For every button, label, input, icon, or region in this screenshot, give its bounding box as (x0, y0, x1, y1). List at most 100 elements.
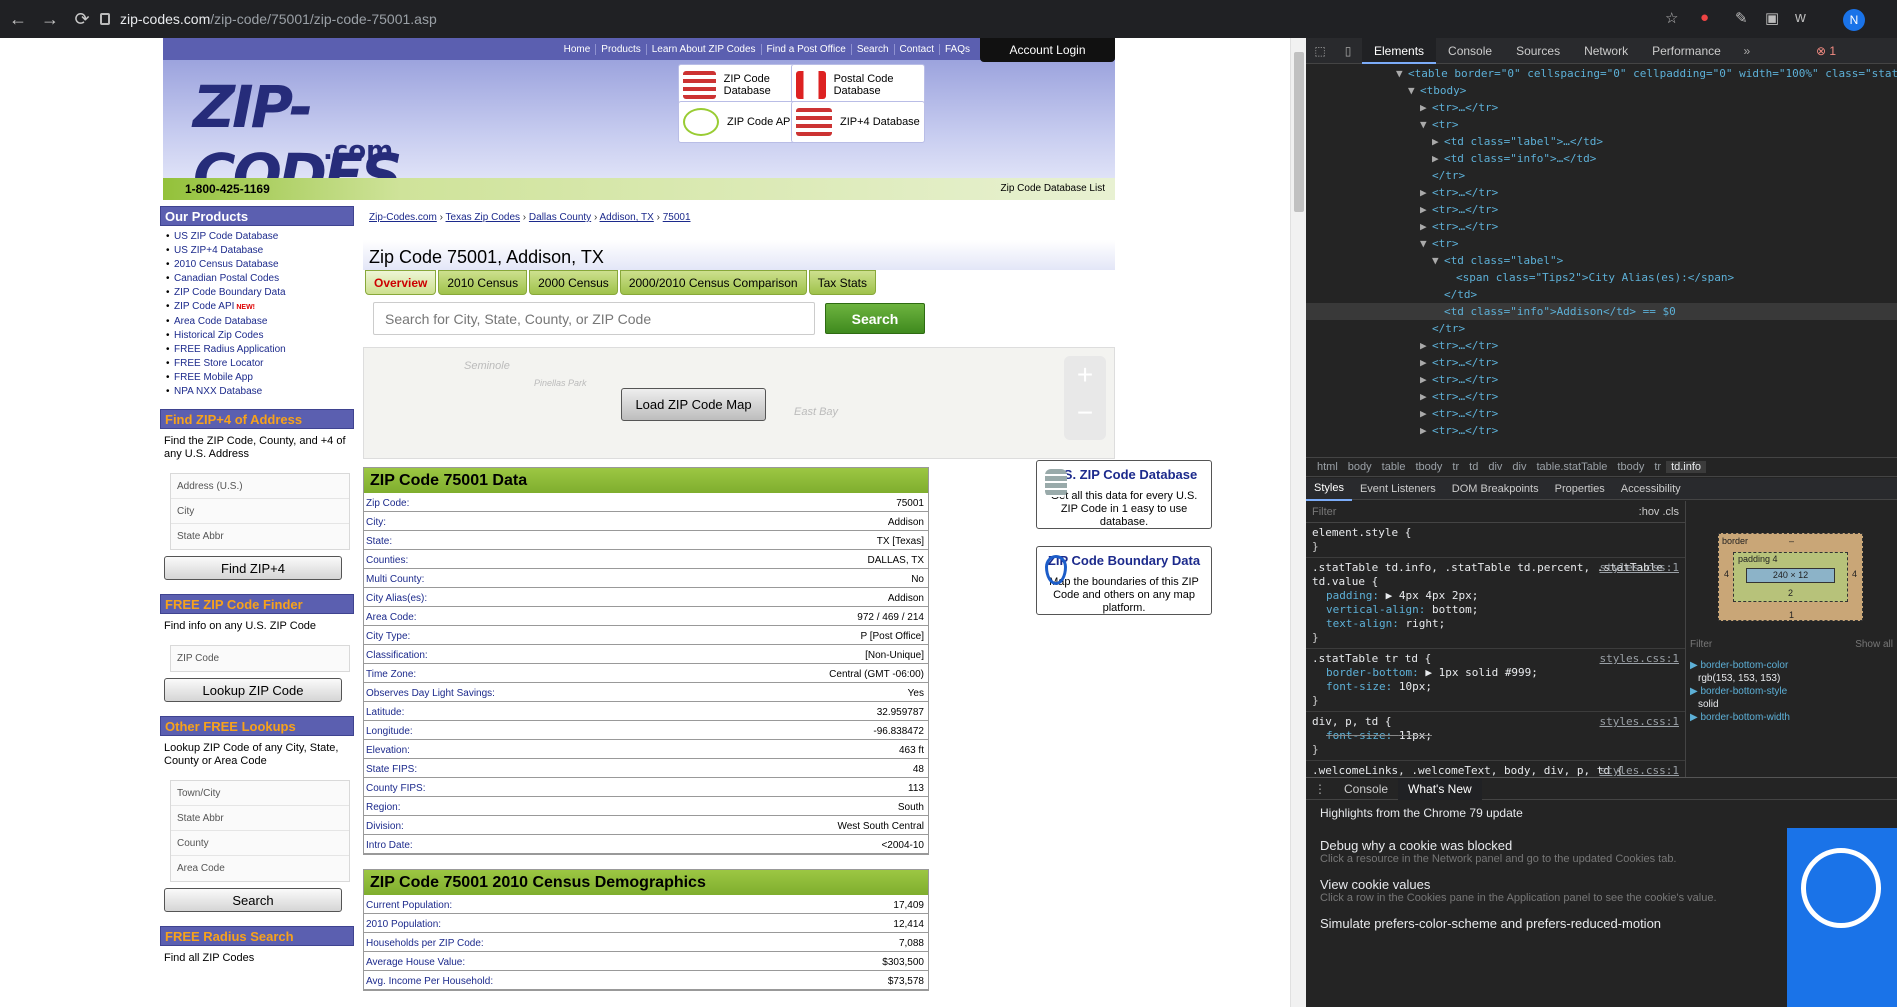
lookup-zip-button[interactable]: Lookup ZIP Code (164, 678, 342, 702)
forward-icon[interactable]: → (36, 5, 64, 33)
dom-breadcrumb-item[interactable]: html (1312, 461, 1343, 473)
dom-breadcrumb-item[interactable]: tbody (1612, 461, 1649, 473)
devtools-tab-performance[interactable]: Performance (1640, 38, 1733, 64)
product-list-item[interactable]: ZIP Code API NEW! (166, 300, 354, 315)
css-source-link[interactable]: styles.css:1 (1600, 715, 1679, 729)
dom-node[interactable]: ▼ <tbody> (1306, 82, 1897, 99)
breadcrumb-link[interactable]: Texas Zip Codes (446, 212, 520, 223)
dom-node[interactable]: ▶ <td class="info">…</td> (1306, 150, 1897, 167)
dom-node[interactable]: <td class="info">Addison</td> == $0 (1306, 303, 1897, 320)
device-toggle-icon[interactable]: ▯ (1334, 44, 1362, 58)
dom-node[interactable]: ▼ <tr> (1306, 235, 1897, 252)
dom-node[interactable]: ▶ <tr>…</tr> (1306, 405, 1897, 422)
expand-arrow-icon[interactable]: ▶ (1420, 371, 1432, 388)
form-input[interactable]: County (171, 831, 349, 856)
expand-arrow-icon[interactable]: ▶ (1420, 99, 1432, 116)
product-list-item[interactable]: US ZIP Code Database (166, 230, 354, 244)
zip-database-list-link[interactable]: Zip Code Database List (1000, 183, 1105, 194)
dom-breadcrumb-item[interactable]: td.info (1666, 461, 1707, 473)
load-map-button[interactable]: Load ZIP Code Map (621, 388, 766, 421)
product-list-item[interactable]: Area Code Database (166, 315, 354, 329)
css-source-link[interactable]: styles.css:1 (1600, 764, 1679, 777)
scrollbar-thumb[interactable] (1294, 52, 1304, 212)
bookmark-star-icon[interactable]: ☆ (1665, 9, 1678, 27)
product-list-item[interactable]: Canadian Postal Codes (166, 272, 354, 286)
breadcrumb-link[interactable]: Addison, TX (600, 212, 654, 223)
dom-breadcrumb-item[interactable]: tbody (1411, 461, 1448, 473)
dom-node[interactable]: ▶ <tr>…</tr> (1306, 422, 1897, 439)
product-list-item[interactable]: FREE Radius Application (166, 343, 354, 357)
tab-2010-census[interactable]: 2010 Census (438, 270, 528, 295)
subtab-accessibility[interactable]: Accessibility (1613, 478, 1689, 500)
devtools-tab-sources[interactable]: Sources (1504, 38, 1572, 64)
map-zoom-control[interactable]: + − (1064, 356, 1106, 440)
expand-arrow-icon[interactable]: ▶ (1432, 150, 1444, 167)
dom-tree[interactable]: ▼ <table border="0" cellspacing="0" cellp… (1306, 65, 1897, 457)
hov-cls-toggle[interactable]: :hov .cls (1639, 506, 1679, 518)
expand-arrow-icon[interactable]: ▶ (1420, 422, 1432, 439)
promo-boundary-data[interactable]: ZIP Code Boundary Data Map the boundarie… (1036, 546, 1212, 615)
css-property[interactable]: padding: ▶ 4px 4px 2px; (1312, 589, 1679, 603)
back-icon[interactable]: ← (4, 5, 32, 33)
css-property[interactable]: font-size: 11px; (1312, 729, 1679, 743)
product-zip4-database[interactable]: ZIP+4 Database (791, 101, 925, 143)
profile-avatar[interactable]: N (1843, 9, 1865, 31)
computed-filter[interactable]: Filter (1690, 638, 1712, 651)
product-list-item[interactable]: US ZIP+4 Database (166, 244, 354, 258)
breadcrumb-link[interactable]: Zip-Codes.com (369, 212, 437, 223)
account-login-button[interactable]: Account Login (980, 38, 1115, 62)
dom-node[interactable]: ▼ <td class="label"> (1306, 252, 1897, 269)
css-property[interactable]: border-bottom: ▶ 1px solid #999; (1312, 666, 1679, 680)
css-property[interactable]: text-align: right; (1312, 617, 1679, 631)
dom-breadcrumb-item[interactable]: td (1464, 461, 1483, 473)
form-input[interactable]: State Abbr (171, 806, 349, 831)
css-source-link[interactable]: styles.css:1 (1600, 652, 1679, 666)
product-list-item[interactable]: FREE Mobile App (166, 371, 354, 385)
tab-tax-stats[interactable]: Tax Stats (808, 270, 876, 295)
dom-node[interactable]: ▶ <tr>…</tr> (1306, 371, 1897, 388)
ublock-icon[interactable]: ● (1700, 9, 1709, 26)
expand-arrow-icon[interactable]: ▶ (1420, 337, 1432, 354)
dom-node[interactable]: </tr> (1306, 167, 1897, 184)
w-extension-icon[interactable]: w (1795, 9, 1806, 26)
dom-node[interactable]: </td> (1306, 286, 1897, 303)
dom-breadcrumb-item[interactable]: body (1343, 461, 1377, 473)
address-bar[interactable]: zip-codes.com/zip-code/75001/zip-code-75… (100, 8, 437, 30)
more-tabs-icon[interactable]: » (1733, 44, 1761, 58)
top-nav-link[interactable]: Home (559, 44, 596, 55)
top-nav-link[interactable]: Find a Post Office (760, 43, 851, 55)
expand-arrow-icon[interactable]: ▶ (1420, 218, 1432, 235)
drawer-tab-console[interactable]: Console (1334, 778, 1398, 800)
subtab-styles[interactable]: Styles (1306, 477, 1352, 501)
expand-arrow-icon[interactable]: ▼ (1420, 116, 1432, 133)
zip-search-button[interactable]: Search (825, 303, 925, 334)
dom-node[interactable]: <span class="Tips2">City Alias(es):</spa… (1306, 269, 1897, 286)
devtools-tab-network[interactable]: Network (1572, 38, 1640, 64)
computed-prop-name[interactable]: ▶ border-bottom-color (1690, 659, 1893, 672)
inspect-icon[interactable]: ⬚ (1306, 44, 1334, 58)
subtab-properties[interactable]: Properties (1547, 478, 1613, 500)
drawer-tab-what-s-new[interactable]: What's New (1398, 777, 1482, 800)
form-input[interactable]: Area Code (171, 856, 349, 881)
tab-2000-2010-census-comparison[interactable]: 2000/2010 Census Comparison (619, 270, 807, 295)
dom-breadcrumb-item[interactable]: div (1507, 461, 1531, 473)
dom-node[interactable]: ▶ <tr>…</tr> (1306, 184, 1897, 201)
computed-prop-name[interactable]: ▶ border-bottom-style (1690, 685, 1893, 698)
expand-arrow-icon[interactable]: ▶ (1420, 184, 1432, 201)
css-property[interactable]: vertical-align: bottom; (1312, 603, 1679, 617)
error-count-badge[interactable]: ⊗ 1 (1816, 44, 1836, 58)
expand-arrow-icon[interactable]: ▼ (1408, 82, 1420, 99)
expand-arrow-icon[interactable]: ▶ (1432, 133, 1444, 150)
devtools-tab-console[interactable]: Console (1436, 38, 1504, 64)
zoom-out-icon[interactable]: − (1064, 394, 1106, 432)
dom-node[interactable]: ▶ <tr>…</tr> (1306, 201, 1897, 218)
subtab-dom-breakpoints[interactable]: DOM Breakpoints (1444, 478, 1547, 500)
expand-arrow-icon[interactable]: ▼ (1396, 65, 1408, 82)
form-input[interactable]: Address (U.S.) (171, 474, 349, 499)
dom-breadcrumb-item[interactable]: table.statTable (1531, 461, 1612, 473)
product-list-item[interactable]: FREE Store Locator (166, 357, 354, 371)
expand-arrow-icon[interactable]: ▶ (1420, 201, 1432, 218)
dom-node[interactable]: ▶ <tr>…</tr> (1306, 388, 1897, 405)
product-list-item[interactable]: Historical Zip Codes (166, 329, 354, 343)
dom-node[interactable]: ▼ <tr> (1306, 116, 1897, 133)
